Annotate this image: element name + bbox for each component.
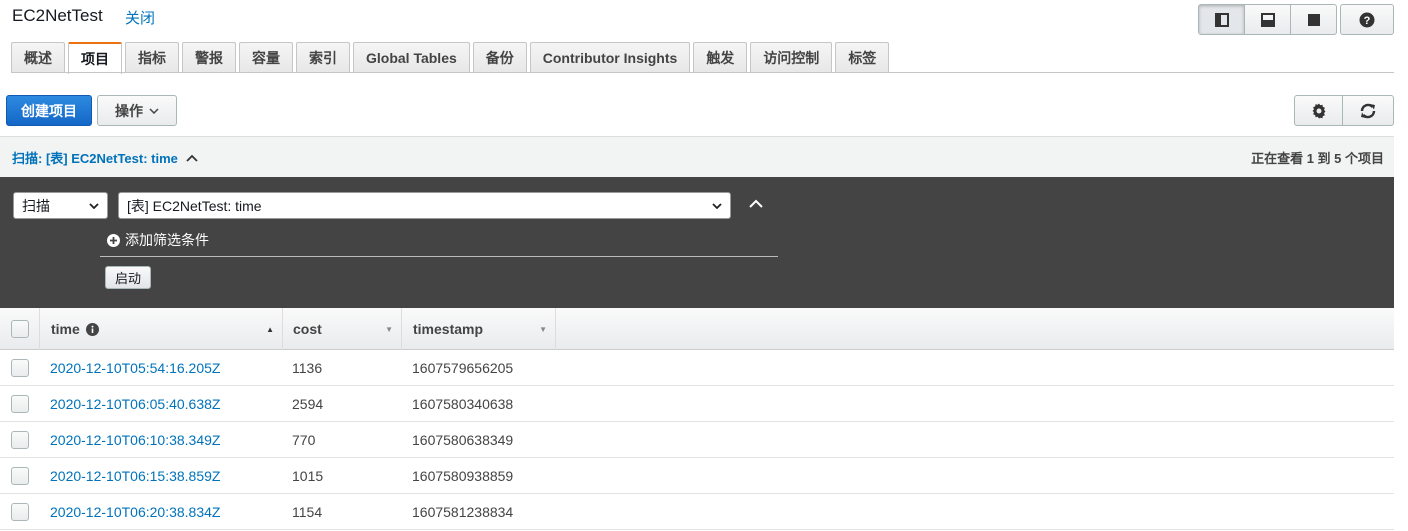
chevron-up-icon [749,199,763,208]
tab-capacity[interactable]: 容量 [239,42,293,73]
tab-contributor-insights[interactable]: Contributor Insights [529,42,691,73]
actions-label: 操作 [115,102,143,119]
scan-mode-value: 扫描 [22,197,50,214]
scan-header-bar [0,136,1394,177]
view-layout-group [1198,4,1337,35]
table-row[interactable]: 2020-12-10T05:54:16.205Z 1136 1607579656… [0,350,1394,386]
settings-button[interactable] [1294,95,1343,126]
table-row[interactable]: 2020-12-10T06:20:38.834Z 1154 1607581238… [0,494,1394,530]
timestamp-cell: 1607581238834 [412,504,514,520]
actions-dropdown-button[interactable]: 操作 [97,95,177,126]
time-link[interactable]: 2020-12-10T06:20:38.834Z [50,494,220,530]
table-row[interactable]: 2020-12-10T06:10:38.349Z 770 16075806383… [0,422,1394,458]
scan-target-value: [表] EC2NetTest: time [127,197,262,214]
gear-icon [1312,103,1325,118]
tab-triggers[interactable]: 触发 [693,42,748,73]
split-horizontal-icon [1260,12,1275,27]
tab-bar: 概述 项目 指标 警报 容量 索引 Global Tables 备份 Contr… [11,42,892,74]
chevron-down-icon [712,202,722,209]
scan-toggle[interactable]: 扫描: [表] EC2NetTest: time [12,148,198,167]
row-checkbox[interactable] [11,431,29,449]
timestamp-cell: 1607580938859 [412,468,514,484]
time-link[interactable]: 2020-12-10T06:10:38.349Z [50,422,220,458]
timestamp-cell: 1607579656205 [412,360,514,376]
start-scan-button[interactable]: 启动 [105,266,151,289]
row-checkbox[interactable] [11,359,29,377]
refresh-button[interactable] [1343,95,1394,126]
scan-target-select[interactable]: [表] EC2NetTest: time [118,192,731,219]
add-filter-button[interactable]: 添加筛选条件 [107,230,209,250]
sort-icon: ▼ [539,324,547,334]
full-view-button[interactable] [1291,5,1336,34]
info-icon[interactable] [85,322,99,336]
column-header-cost[interactable]: cost ▼ [283,308,402,350]
cost-cell: 1136 [292,360,323,376]
table-row[interactable]: 2020-12-10T06:05:40.638Z 2594 1607580340… [0,386,1394,422]
column-label: time [51,321,80,337]
tab-items[interactable]: 项目 [68,42,122,74]
split-vertical-view-button[interactable] [1199,5,1245,34]
filter-divider [100,256,778,257]
timestamp-cell: 1607580638349 [412,432,514,448]
split-vertical-icon [1214,12,1229,27]
column-header-time[interactable]: time ▲ [40,308,283,350]
tab-access-control[interactable]: 访问控制 [750,42,833,73]
chevron-down-icon [149,107,159,114]
row-checkbox[interactable] [11,467,29,485]
chevron-down-icon [89,202,99,209]
tab-indexes[interactable]: 索引 [296,42,350,73]
close-link[interactable]: 关闭 [125,7,155,28]
help-icon: ? [1359,12,1375,27]
select-all-cell [0,308,40,350]
sort-icon: ▼ [385,324,393,334]
tab-tags[interactable]: 标签 [835,42,890,73]
cost-cell: 1154 [292,504,323,520]
timestamp-cell: 1607580340638 [412,396,514,412]
row-checkbox[interactable] [11,503,29,521]
svg-text:?: ? [1364,15,1371,27]
cost-cell: 2594 [292,396,324,412]
tab-backups[interactable]: 备份 [472,42,527,73]
select-all-checkbox[interactable] [10,320,29,338]
time-link[interactable]: 2020-12-10T06:05:40.638Z [50,386,220,422]
refresh-icon [1360,103,1376,118]
collapse-filter-button[interactable] [748,196,764,212]
tab-divider [11,72,1394,73]
cost-cell: 1015 [292,468,324,484]
time-link[interactable]: 2020-12-10T05:54:16.205Z [50,350,220,386]
time-link[interactable]: 2020-12-10T06:15:38.859Z [50,458,220,494]
tab-global-tables[interactable]: Global Tables [353,42,470,73]
column-label: cost [293,321,322,337]
column-label: timestamp [413,321,484,337]
plus-circle-icon [107,233,120,247]
tab-alarms[interactable]: 警报 [182,42,236,73]
scan-title: 扫描: [表] EC2NetTest: time [12,151,178,166]
table-row[interactable]: 2020-12-10T06:15:38.859Z 1015 1607580938… [0,458,1394,494]
column-header-timestamp[interactable]: timestamp ▼ [402,308,556,350]
cost-cell: 770 [292,432,316,448]
split-horizontal-view-button[interactable] [1245,5,1291,34]
page-title: EC2NetTest [12,6,103,25]
row-checkbox[interactable] [11,395,29,413]
help-button[interactable]: ? [1340,4,1394,35]
tab-overview[interactable]: 概述 [11,42,65,73]
add-filter-label: 添加筛选条件 [125,232,209,248]
scan-status: 正在查看 1 到 5 个项目 [1251,151,1384,166]
chevron-up-icon [186,154,198,162]
scan-mode-select[interactable]: 扫描 [13,192,108,219]
create-item-button[interactable]: 创建项目 [6,95,92,126]
tab-metrics[interactable]: 指标 [125,42,179,73]
sort-ascending-icon: ▲ [266,324,274,334]
full-view-icon [1307,13,1320,26]
